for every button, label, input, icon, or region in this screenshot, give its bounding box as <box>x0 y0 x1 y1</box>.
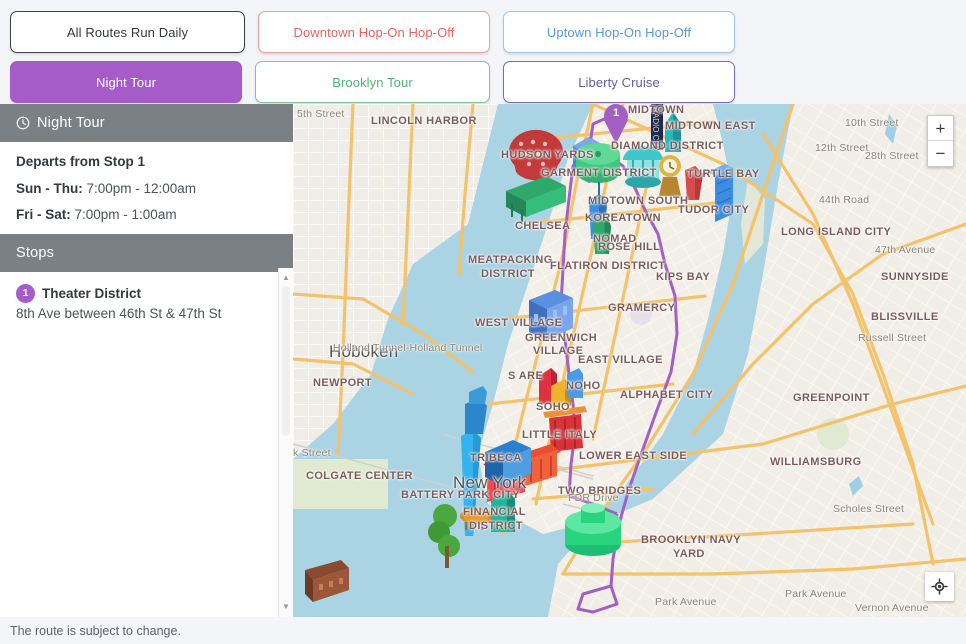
tab-label: Uptown Hop-On Hop-Off <box>546 24 692 40</box>
scrollbar-thumb[interactable] <box>282 286 290 436</box>
tab-label: All Routes Run Daily <box>66 24 189 40</box>
stop-title: 1 Theater District <box>16 283 277 303</box>
tab-night-tour[interactable]: Night Tour <box>10 61 242 103</box>
tab-brooklyn-tour[interactable]: Brooklyn Tour <box>255 61 490 103</box>
map-canvas: 1 RADIO CITY <box>293 104 966 617</box>
footer-note-bar: The route is subject to change. <box>0 617 966 644</box>
zoom-in-button[interactable]: + <box>928 116 953 141</box>
tab-liberty-cruise[interactable]: Liberty Cruise <box>503 61 735 103</box>
tab-uptown-hop-on-hop-off[interactable]: Uptown Hop-On Hop-Off <box>503 11 735 53</box>
route-tab-bar: All Routes Run Daily Downtown Hop-On Hop-… <box>0 0 966 103</box>
stops-header-label: Stops <box>16 244 55 261</box>
tab-label: Liberty Cruise <box>578 74 660 90</box>
tab-label: Night Tour <box>95 74 156 90</box>
tab-downtown-hop-on-hop-off[interactable]: Downtown Hop-On Hop-Off <box>258 11 490 53</box>
map-zoom-controls[interactable]: + − <box>927 115 954 167</box>
tab-all-routes-run-daily[interactable]: All Routes Run Daily <box>10 11 245 53</box>
chevron-down-icon[interactable]: ▼ <box>279 600 293 614</box>
main-content: Night Tour Departs from Stop 1 Sun - Thu… <box>0 104 966 617</box>
sidebar-scrollbar[interactable]: ▲ ▼ <box>278 268 293 617</box>
schedule-row-1: Sun - Thu: 7:00pm - 12:00am <box>16 180 197 196</box>
svg-text:RADIO CITY: RADIO CITY <box>651 107 660 153</box>
route-header-band: Night Tour <box>0 104 293 142</box>
locate-icon <box>931 578 948 595</box>
tab-label: Downtown Hop-On Hop-Off <box>293 24 455 40</box>
route-details-sidebar: Night Tour Departs from Stop 1 Sun - Thu… <box>0 104 293 617</box>
bus-route-map-page: All Routes Run Daily Downtown Hop-On Hop-… <box>0 0 966 644</box>
tab-label: Brooklyn Tour <box>332 74 413 90</box>
poi-carousel <box>623 146 663 188</box>
poi-madison-square-garden <box>576 143 620 183</box>
svg-text:1: 1 <box>613 107 619 119</box>
zoom-out-button[interactable]: − <box>928 141 953 166</box>
stops-list[interactable]: 1 Theater District 8th Ave between 46th St… <box>0 272 293 321</box>
route-header-label: Night Tour <box>37 115 105 131</box>
stop-name: Theater District <box>42 285 142 301</box>
route-map[interactable]: 1 RADIO CITY LINCOLN HARBOR 5th Street H… <box>293 104 966 617</box>
stops-header-band: Stops <box>0 233 293 272</box>
clock-icon <box>16 116 30 130</box>
departs-from-text: Departs from Stop 1 <box>16 154 146 169</box>
locate-button[interactable] <box>925 572 954 601</box>
stop-list-item[interactable]: 1 Theater District 8th Ave between 46th St… <box>16 283 277 321</box>
poi-radio-city: RADIO CITY <box>651 104 663 154</box>
stop-number-badge: 1 <box>16 283 35 303</box>
schedule-row-2: Fri - Sat: 7:00pm - 1:00am <box>16 207 177 222</box>
schedule-block: Departs from Stop 1 Sun - Thu: 7:00pm - … <box>0 142 293 234</box>
stop-address: 8th Ave between 46th St & 47th St <box>16 305 222 321</box>
chevron-up-icon[interactable]: ▲ <box>279 271 293 285</box>
footer-note: The route is subject to change. <box>10 623 181 638</box>
